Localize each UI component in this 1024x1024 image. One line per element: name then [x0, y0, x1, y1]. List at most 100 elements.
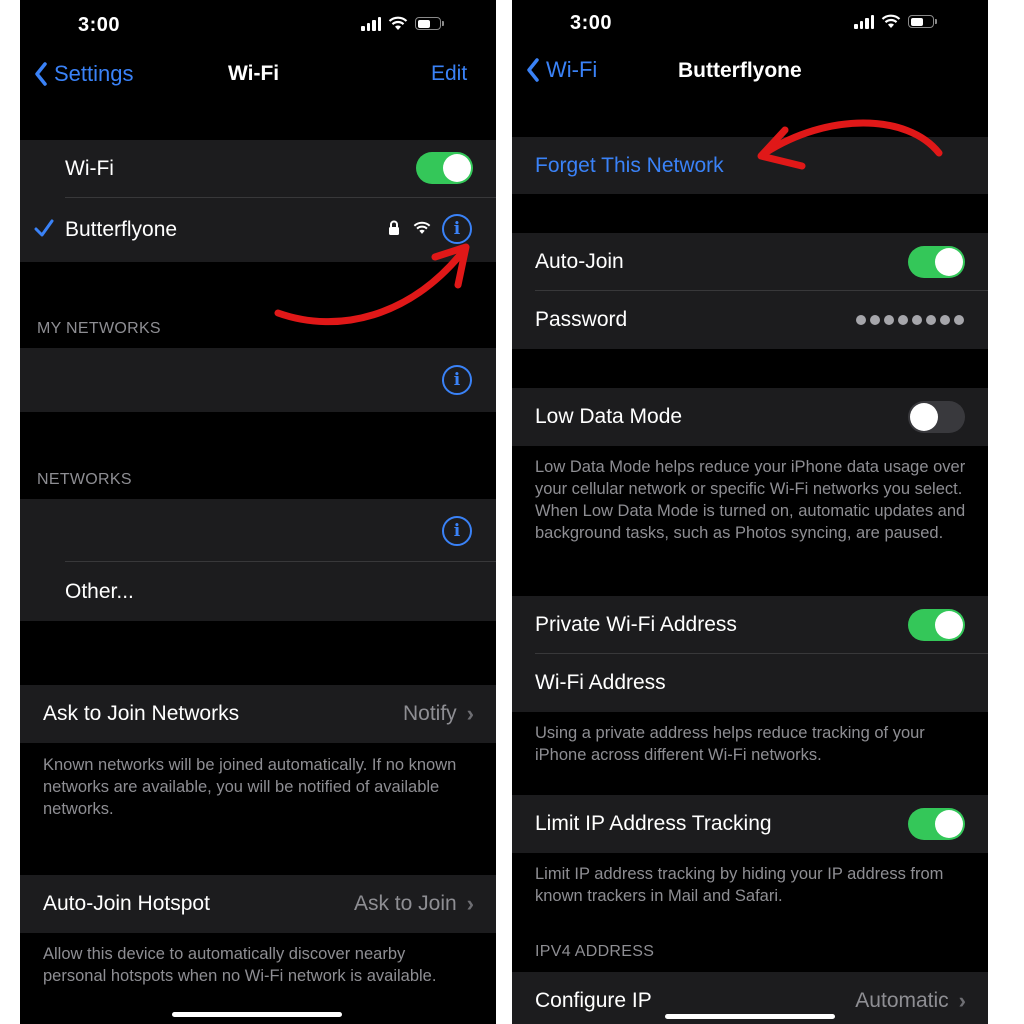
password-mask: [856, 315, 964, 325]
configure-ip-value: Automatic: [855, 989, 949, 1012]
networks-header: NETWORKS: [37, 471, 132, 488]
auto-join-hotspot-value-wrap: Ask to Join ›: [354, 891, 474, 917]
private-address-group: Private Wi-Fi Address Wi-Fi Address: [512, 596, 988, 712]
network-detail-screen: 3:00 Wi-Fi Butterflyone Forget This Netw…: [512, 0, 988, 1024]
password-dot: [870, 315, 880, 325]
configure-ip-value-wrap: Automatic ›: [855, 988, 966, 1014]
networks-group: i Other...: [20, 499, 496, 621]
cellular-signal-icon: [361, 16, 381, 31]
forget-network-group: Forget This Network: [512, 137, 988, 194]
lock-icon: [389, 220, 399, 235]
back-label: Settings: [54, 61, 134, 86]
wifi-toggle-row: Wi-Fi: [20, 140, 496, 198]
ask-to-join-row[interactable]: Ask to Join Networks Notify ›: [20, 685, 496, 743]
home-indicator[interactable]: [172, 1012, 342, 1017]
ask-to-join-label: Ask to Join Networks: [43, 702, 240, 725]
info-icon: i: [453, 370, 461, 390]
limit-ip-row: Limit IP Address Tracking: [512, 795, 988, 853]
private-address-toggle[interactable]: [908, 609, 965, 641]
status-time: 3:00: [78, 14, 121, 36]
low-data-footnote: Low Data Mode helps reduce your iPhone d…: [535, 458, 966, 542]
chevron-left-icon: [35, 62, 47, 86]
battery-icon: [415, 17, 444, 30]
forget-network-label: Forget This Network: [535, 153, 724, 177]
low-data-group: Low Data Mode: [512, 388, 988, 446]
password-row[interactable]: Password: [512, 291, 988, 349]
wifi-address-row: Wi-Fi Address: [512, 654, 988, 712]
private-address-label: Private Wi-Fi Address: [535, 613, 737, 636]
configure-ip-label: Configure IP: [535, 989, 652, 1012]
wifi-status-icon: [881, 14, 901, 28]
other-network-row[interactable]: Other...: [20, 562, 496, 621]
back-to-settings-button[interactable]: Settings: [34, 61, 134, 87]
cellular-signal-icon: [854, 14, 874, 29]
back-to-wifi-button[interactable]: Wi-Fi: [526, 57, 597, 83]
auto-join-hotspot-label: Auto-Join Hotspot: [43, 892, 210, 915]
password-dot: [912, 315, 922, 325]
password-dot: [926, 315, 936, 325]
ask-to-join-value-wrap: Notify ›: [403, 701, 474, 727]
limit-ip-footnote: Limit IP address tracking by hiding your…: [535, 865, 944, 905]
password-dot: [954, 315, 964, 325]
ipv4-header: IPV4 ADDRESS: [535, 943, 655, 960]
wifi-address-label: Wi-Fi Address: [535, 671, 666, 694]
home-indicator[interactable]: [665, 1014, 835, 1019]
auto-join-hotspot-group: Auto-Join Hotspot Ask to Join ›: [20, 875, 496, 933]
password-dot: [856, 315, 866, 325]
chevron-right-icon: ›: [466, 701, 474, 726]
other-network-label: Other...: [65, 579, 134, 603]
ask-to-join-value: Notify: [402, 702, 457, 725]
network-row[interactable]: i: [20, 499, 496, 562]
wifi-label: Wi-Fi: [65, 157, 114, 180]
auto-join-label: Auto-Join: [535, 250, 624, 273]
limit-ip-label: Limit IP Address Tracking: [535, 812, 772, 835]
limit-ip-group: Limit IP Address Tracking: [512, 795, 988, 853]
private-address-row: Private Wi-Fi Address: [512, 596, 988, 654]
low-data-label: Low Data Mode: [535, 405, 683, 428]
back-label: Wi-Fi: [546, 57, 598, 82]
password-label: Password: [535, 308, 628, 331]
chevron-left-icon: [527, 58, 539, 82]
chevron-right-icon: ›: [466, 891, 474, 916]
connected-network-name: Butterflyone: [65, 218, 178, 241]
status-icons: [361, 16, 444, 31]
low-data-toggle[interactable]: [908, 401, 965, 433]
edit-button[interactable]: Edit: [431, 62, 467, 86]
info-icon: i: [453, 219, 461, 239]
chevron-right-icon: ›: [958, 988, 966, 1013]
ask-to-join-footnote: Known networks will be joined automatica…: [43, 756, 457, 818]
wifi-signal-icon: [413, 221, 431, 234]
auto-join-row: Auto-Join: [512, 233, 988, 291]
connected-network-info-button[interactable]: i: [442, 214, 472, 244]
status-time: 3:00: [570, 12, 613, 34]
page-title: Butterflyone: [678, 59, 802, 82]
my-networks-group: i: [20, 348, 496, 412]
auto-join-hotspot-footnote: Allow this device to automatically disco…: [43, 945, 437, 985]
wifi-status-icon: [388, 16, 408, 30]
info-icon: i: [453, 521, 461, 541]
wifi-toggle[interactable]: [416, 152, 473, 184]
password-dot: [898, 315, 908, 325]
page-title: Wi-Fi: [228, 62, 280, 85]
my-network-info-button[interactable]: i: [442, 365, 472, 395]
network-info-button[interactable]: i: [442, 516, 472, 546]
ask-to-join-group: Ask to Join Networks Notify ›: [20, 685, 496, 743]
auto-join-hotspot-row[interactable]: Auto-Join Hotspot Ask to Join ›: [20, 875, 496, 933]
private-address-footnote: Using a private address helps reduce tra…: [535, 724, 925, 764]
forget-network-button[interactable]: Forget This Network: [512, 137, 988, 194]
auto-join-toggle[interactable]: [908, 246, 965, 278]
password-dot: [884, 315, 894, 325]
wifi-settings-screen: 3:00 Settings Wi-Fi Edit Wi-Fi Butterfly…: [20, 0, 496, 1024]
join-group: Auto-Join Password: [512, 233, 988, 349]
limit-ip-toggle[interactable]: [908, 808, 965, 840]
low-data-row: Low Data Mode: [512, 388, 988, 446]
checkmark-icon: [34, 219, 54, 237]
password-dot: [940, 315, 950, 325]
battery-icon: [908, 15, 937, 28]
status-icons: [854, 14, 937, 29]
my-network-row[interactable]: i: [20, 348, 496, 412]
auto-join-hotspot-value: Ask to Join: [353, 892, 457, 915]
wifi-group: Wi-Fi Butterflyone i: [20, 140, 496, 262]
my-networks-header: MY NETWORKS: [37, 320, 161, 337]
connected-network-row[interactable]: Butterflyone i: [20, 198, 496, 262]
